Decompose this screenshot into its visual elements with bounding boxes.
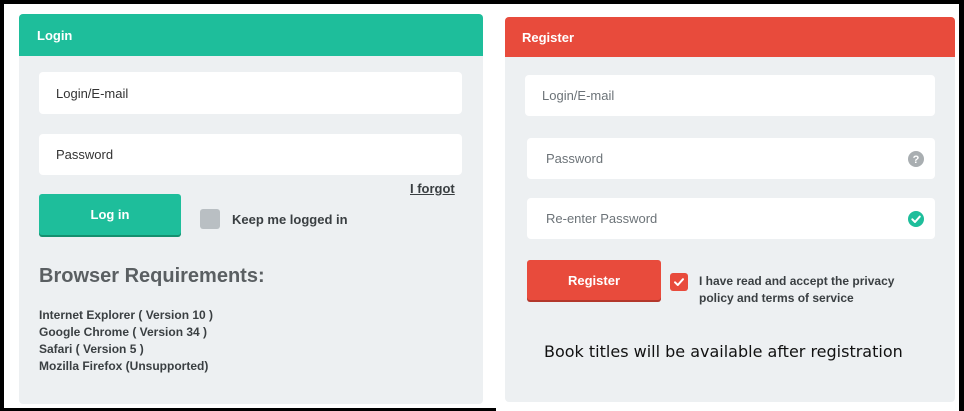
register-email-placeholder: Login/E-mail bbox=[542, 88, 615, 103]
accept-terms-checkbox[interactable] bbox=[670, 273, 688, 291]
frame-border-right bbox=[959, 0, 964, 411]
accept-terms-line: I have read and accept the privacy bbox=[699, 274, 895, 288]
login-email-input[interactable]: Login/E-mail bbox=[39, 72, 462, 114]
registration-note: Book titles will be available after regi… bbox=[544, 342, 903, 361]
question-circle-icon[interactable]: ? bbox=[908, 150, 924, 167]
browser-requirement-item: Google Chrome ( Version 34 ) bbox=[39, 325, 208, 339]
register-reenter-password-input[interactable]: Re-enter Password bbox=[527, 198, 935, 239]
browser-requirement-item: Internet Explorer ( Version 10 ) bbox=[39, 308, 214, 322]
login-email-placeholder: Login/E-mail bbox=[56, 85, 129, 101]
register-email-input[interactable]: Login/E-mail bbox=[525, 75, 935, 116]
keep-logged-in-label: Keep me logged in bbox=[232, 212, 348, 227]
register-panel: Register Login/E-mail Password ? Re-ente… bbox=[505, 17, 955, 402]
register-password-placeholder: Password bbox=[546, 151, 604, 166]
register-reenter-placeholder: Re-enter Password bbox=[546, 211, 658, 226]
browser-requirements-list: Internet Explorer ( Version 10 ) Google … bbox=[39, 307, 213, 375]
browser-requirements-title: Browser Requirements: bbox=[39, 265, 265, 287]
browser-requirement-item: Mozilla Firefox (Unsupported) bbox=[39, 359, 209, 373]
checkmark-icon bbox=[674, 278, 684, 286]
accept-terms-label: I have read and accept the privacy polic… bbox=[699, 273, 894, 307]
accept-terms-line: policy and terms of service bbox=[699, 291, 854, 305]
forgot-password-link[interactable]: I forgot bbox=[410, 181, 455, 196]
register-panel-title: Register bbox=[505, 17, 955, 57]
frame-border-top bbox=[0, 0, 964, 4]
login-panel-title: Login bbox=[19, 14, 483, 56]
register-password-input[interactable]: Password ? bbox=[527, 138, 935, 179]
keep-logged-in-checkbox[interactable] bbox=[200, 209, 220, 229]
login-panel: Login Login/E-mail Password I forgot Log… bbox=[19, 14, 483, 404]
login-button[interactable]: Log in bbox=[39, 194, 181, 235]
register-button[interactable]: Register bbox=[527, 260, 661, 300]
check-circle-icon bbox=[908, 210, 924, 227]
login-password-placeholder: Password bbox=[56, 147, 114, 162]
login-password-input[interactable]: Password bbox=[39, 134, 462, 175]
svg-text:?: ? bbox=[913, 154, 920, 166]
browser-requirement-item: Safari ( Version 5 ) bbox=[39, 342, 144, 356]
frame-border-left bbox=[0, 0, 4, 411]
